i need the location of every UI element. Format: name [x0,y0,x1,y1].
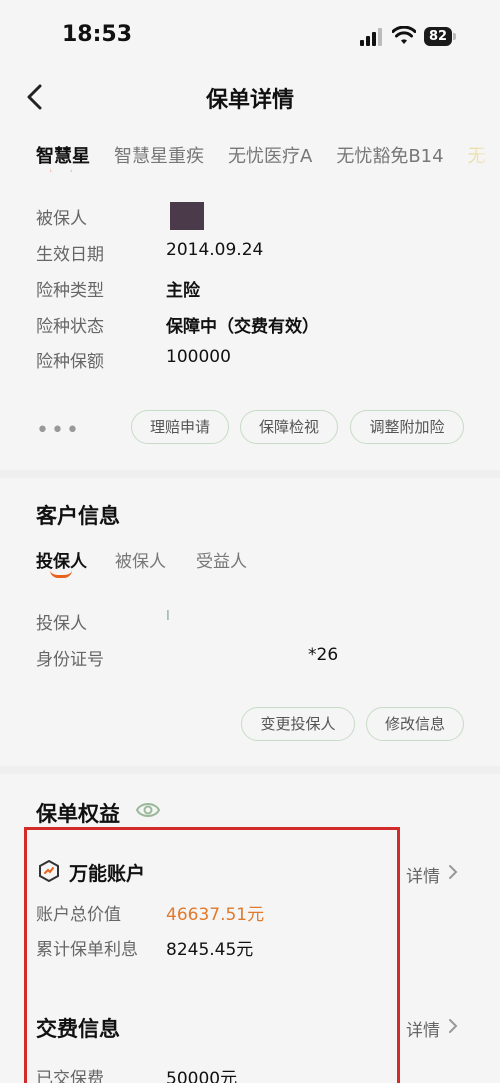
id-number-label: 身份证号 [36,650,104,670]
change-policyholder-button[interactable]: 变更投保人 [241,707,355,741]
tab-indicator [50,570,72,578]
wifi-icon [392,26,416,44]
more-icon[interactable]: ••• [36,418,81,443]
eye-icon[interactable] [136,800,160,820]
paid-premium-value: 50000元 [166,1069,238,1083]
insured-label: 被保人 [36,209,87,229]
tabs-fade [458,140,500,170]
effective-date-value: 2014.09.24 [166,240,264,260]
edit-info-button[interactable]: 修改信息 [366,707,464,741]
amount-value: 100000 [166,347,231,367]
id-number-value: *26 [308,645,339,665]
section-divider-2 [0,766,500,774]
tab-beneficiary[interactable]: 受益人 [196,547,247,572]
coverage-review-button[interactable]: 保障检视 [240,410,338,444]
tab-policyholder[interactable]: 投保人 [36,547,87,572]
chevron-right-icon[interactable] [448,864,458,880]
payment-section-title: 交费信息 [36,1017,120,1041]
page-title: 保单详情 [205,88,294,113]
insured-name-redacted [170,202,204,230]
total-value-label: 账户总价值 [36,905,121,925]
chevron-right-icon-2[interactable] [448,1018,458,1034]
interest-label: 累计保单利息 [36,940,138,960]
type-value: 主险 [166,281,200,301]
policyholder-value: I [166,609,170,624]
policyholder-label: 投保人 [36,614,87,634]
tab-product-1[interactable]: 智慧星 [36,142,90,168]
battery-icon: 82 [424,27,452,46]
account-icon [39,860,59,882]
status-time: 18:53 [62,22,133,47]
effective-date-label: 生效日期 [36,245,104,265]
payment-detail-link[interactable]: 详情 [406,1016,440,1041]
battery-cap [453,33,456,40]
cellular-signal-icon [360,28,382,46]
tab-insured[interactable]: 被保人 [115,547,166,572]
type-label: 险种类型 [36,281,104,301]
tab-product-4[interactable]: 无忧豁免B14 [336,142,443,168]
paid-premium-label: 已交保费 [36,1069,104,1083]
section-divider [0,470,500,478]
account-title: 万能账户 [69,863,146,885]
amount-label: 险种保额 [36,352,104,372]
status-label: 险种状态 [36,317,104,337]
rights-section-title: 保单权益 [36,802,120,826]
product-tabs: 智慧星智慧星重疾无忧医疗A无忧豁免B14无 [36,142,500,172]
adjust-rider-button[interactable]: 调整附加险 [350,410,464,444]
tab-product-2[interactable]: 智慧星重疾 [114,142,204,168]
total-value: 46637.51元 [166,905,265,925]
interest-value: 8245.45元 [166,940,254,960]
account-detail-link[interactable]: 详情 [406,862,440,887]
status-value: 保障中（交费有效） [166,317,319,337]
customer-section-title: 客户信息 [36,504,120,528]
tab-product-3[interactable]: 无忧医疗A [228,142,312,168]
claim-button[interactable]: 理赔申请 [131,410,229,444]
